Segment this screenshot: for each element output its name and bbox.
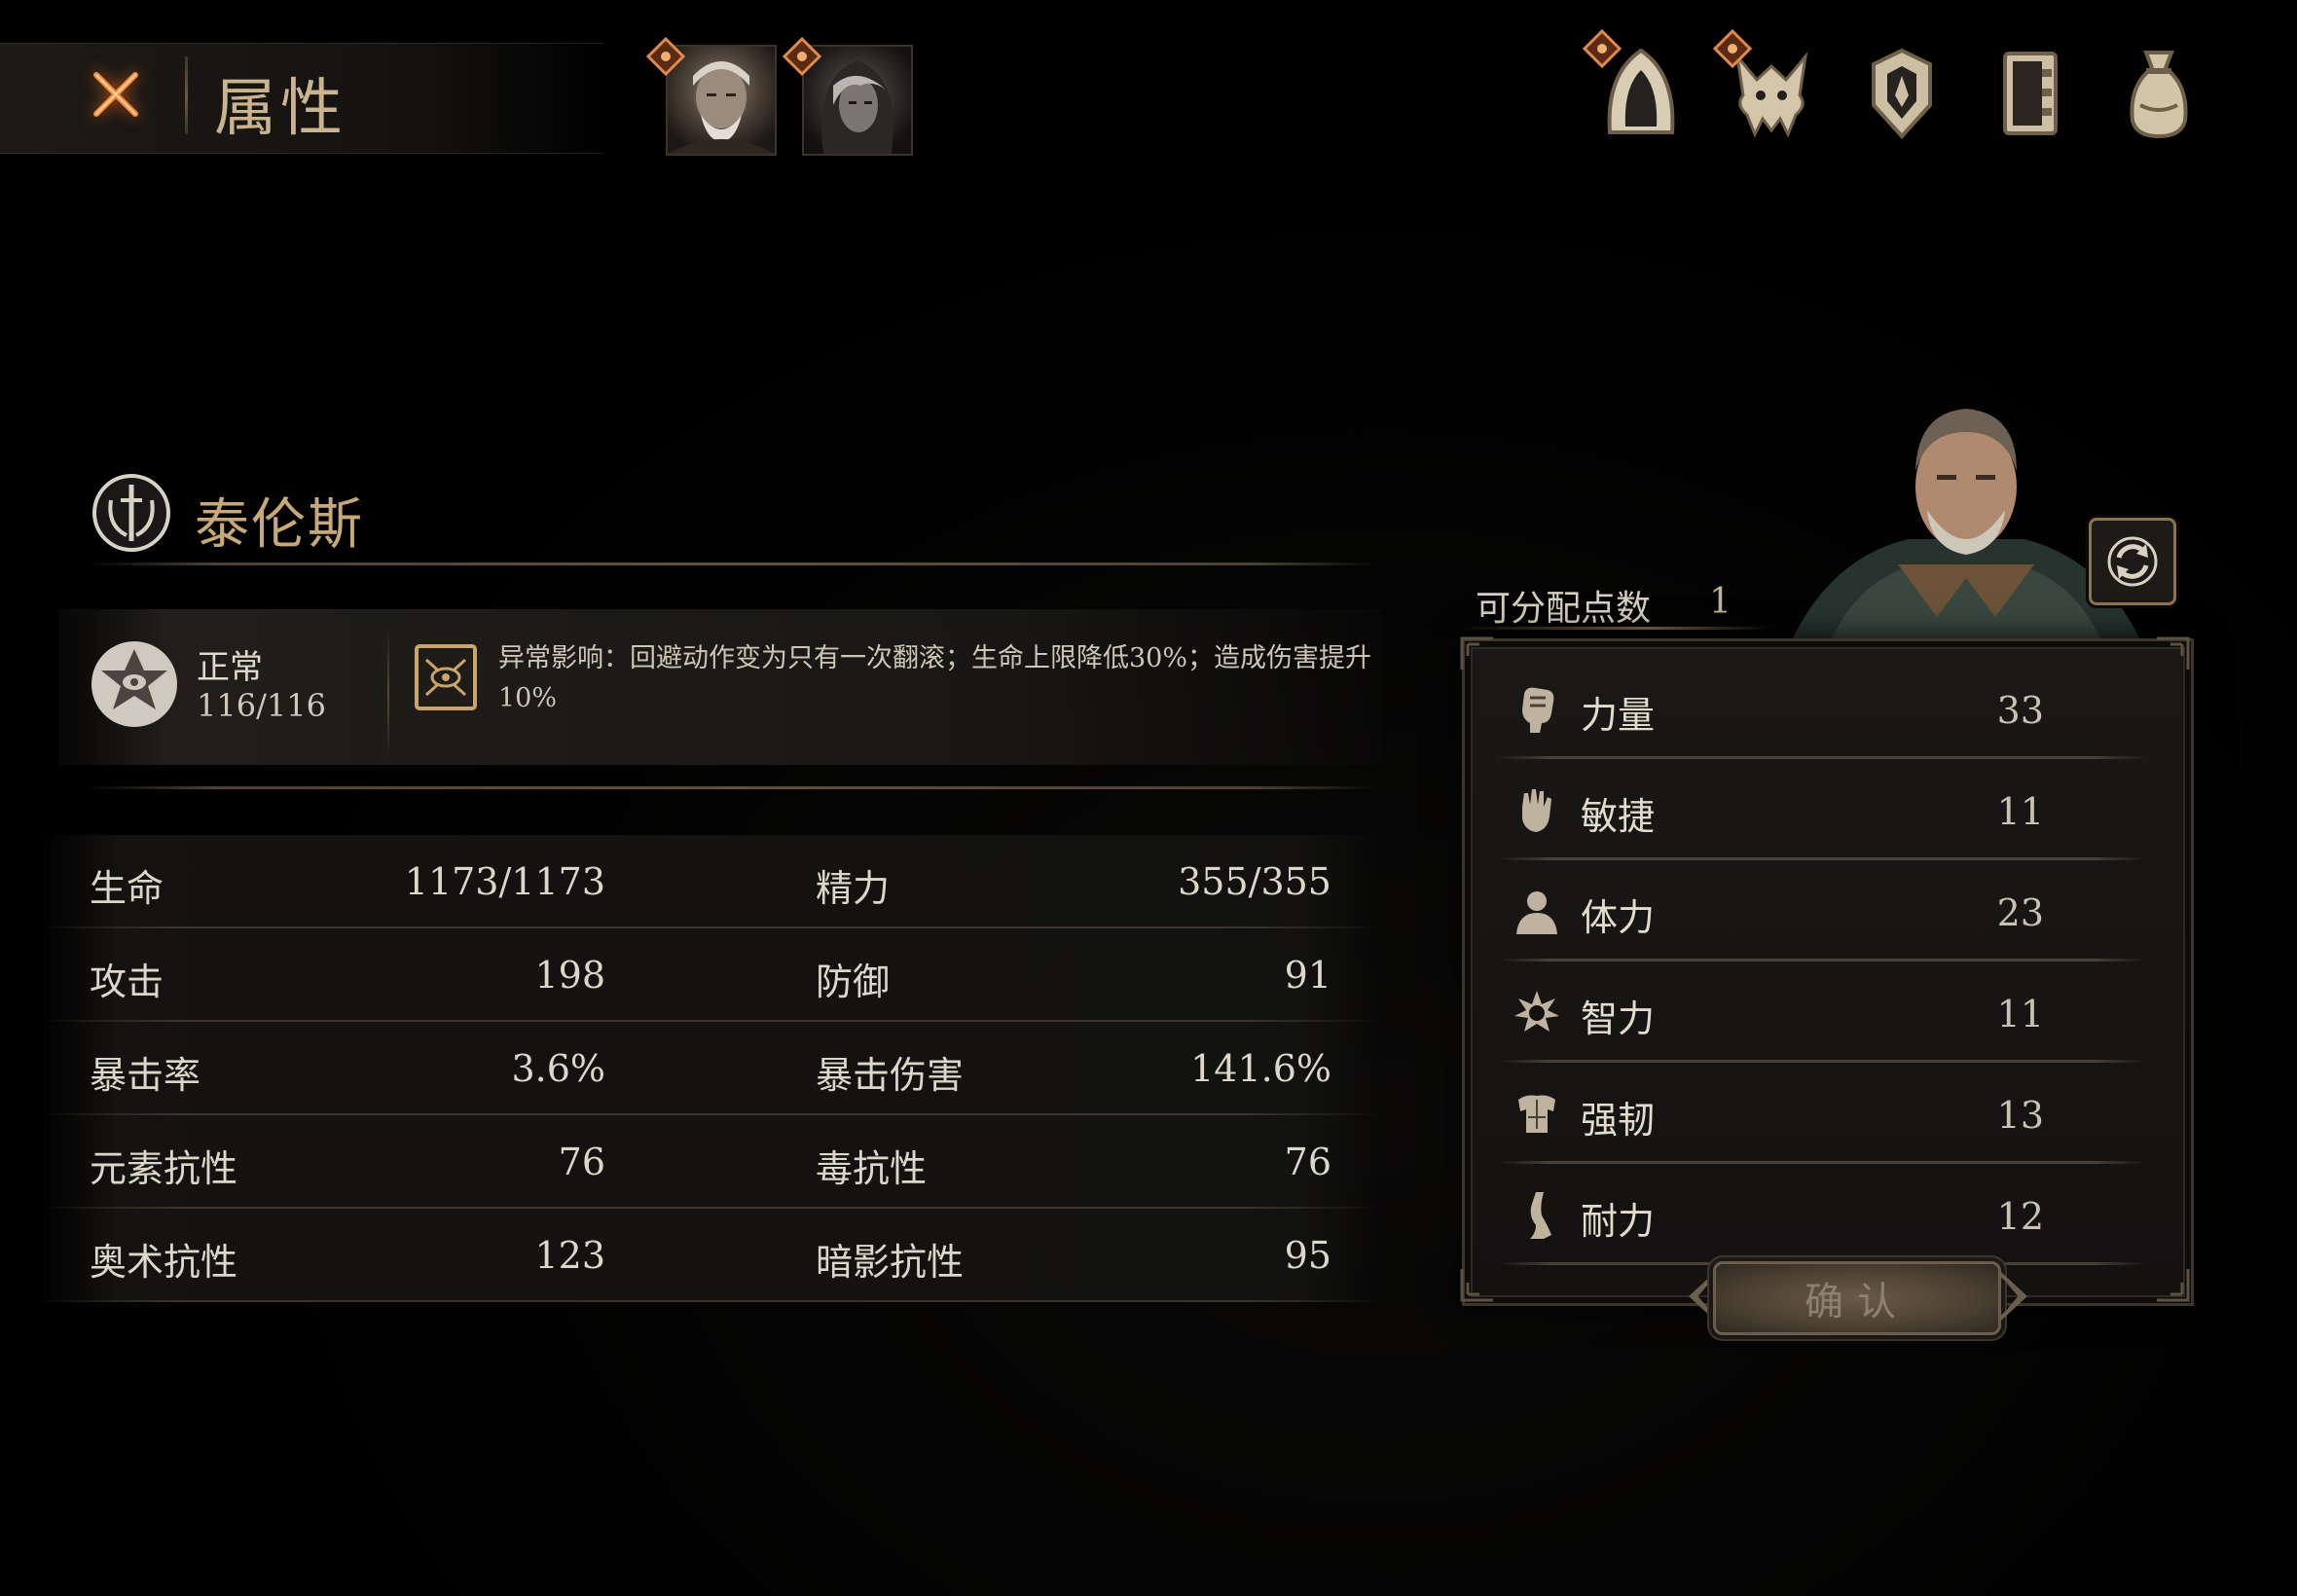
attribute-name: 强韧 <box>1581 1099 1656 1142</box>
status-value: 116/116 <box>197 687 326 724</box>
bust-icon <box>1516 891 1557 934</box>
attribute-value: 12 <box>1996 1195 2044 1238</box>
stat-label: 精力 <box>816 867 891 910</box>
ornament-corner-icon <box>2157 636 2190 670</box>
attribute-name: 耐力 <box>1581 1200 1656 1243</box>
stat-label: 防御 <box>816 961 891 1003</box>
stat-row: 生命 1173/1173 精力 355/355 <box>39 835 1382 928</box>
attribute-value: 13 <box>1996 1094 2044 1137</box>
stat-label: 毒抗性 <box>816 1147 928 1190</box>
stat-value: 123 <box>534 1234 605 1277</box>
nav-shield-button[interactable] <box>1853 45 1951 142</box>
nav-journal-button[interactable] <box>1982 45 2079 142</box>
stat-value: 198 <box>534 954 605 997</box>
stat-value: 3.6% <box>511 1047 605 1090</box>
attribute-value: 11 <box>1996 790 2044 833</box>
header-divider <box>86 562 1380 565</box>
stat-row: 奥术抗性 123 暗影抗性 95 <box>39 1209 1382 1302</box>
stat-label: 奥术抗性 <box>90 1241 238 1284</box>
attribute-row-strength[interactable]: 力量 33 <box>1499 658 2145 759</box>
stat-value: 76 <box>558 1141 605 1183</box>
stat-value: 76 <box>1284 1141 1331 1183</box>
sword-wreath-emblem-icon <box>92 474 170 552</box>
character-bust-portrait <box>1791 409 2141 642</box>
allocation-underline <box>1460 627 1771 630</box>
attribute-row-endurance[interactable]: 耐力 12 <box>1499 1164 2145 1265</box>
page-title: 属性 <box>214 73 346 145</box>
stat-value: 355/355 <box>1178 860 1331 903</box>
diamond-eye-badge-icon <box>1583 29 1622 68</box>
status-divider <box>86 786 1380 789</box>
diamond-eye-badge-icon <box>646 37 685 76</box>
allocatable-points-label: 可分配点数 <box>1476 589 1652 629</box>
stat-row: 攻击 198 防御 91 <box>39 928 1382 1022</box>
stat-value: 1173/1173 <box>404 860 605 903</box>
abnormal-effect-icon <box>415 644 477 710</box>
attribute-row-vitality[interactable]: 体力 23 <box>1499 860 2145 961</box>
hand-icon <box>1522 789 1551 832</box>
loot-sack-icon <box>2130 51 2188 139</box>
close-x-icon <box>93 72 138 117</box>
stat-label: 暴击率 <box>90 1054 201 1097</box>
stat-label: 暴击伤害 <box>816 1054 965 1097</box>
character-name: 泰伦斯 <box>195 493 364 557</box>
stat-value: 91 <box>1284 954 1331 997</box>
nav-loot-sack-button[interactable] <box>2110 45 2207 142</box>
ornament-corner-icon <box>1460 1269 1493 1302</box>
stat-label: 攻击 <box>90 961 164 1003</box>
ornament-corner-icon <box>1460 636 1493 670</box>
stat-value: 141.6% <box>1190 1047 1331 1090</box>
diamond-eye-badge-icon <box>1713 29 1752 68</box>
attribute-value: 33 <box>1996 689 2044 732</box>
title-divider <box>185 56 188 134</box>
attribute-name: 力量 <box>1581 694 1656 737</box>
journal-book-icon <box>2003 52 2058 135</box>
confirm-button[interactable]: 确认 <box>1713 1261 2001 1335</box>
spark-head-icon <box>1514 991 1559 1032</box>
shield-crest-icon <box>1872 48 1932 139</box>
status-eye-sigil-icon <box>91 641 177 727</box>
attribute-row-agility[interactable]: 敏捷 11 <box>1499 759 2145 860</box>
stat-value: 95 <box>1284 1234 1331 1277</box>
leg-icon <box>1530 1192 1551 1239</box>
torso-icon <box>1518 1095 1555 1133</box>
button-ornament-right-icon <box>1997 1271 2027 1322</box>
attribute-name: 智力 <box>1581 998 1656 1040</box>
attribute-name: 体力 <box>1581 896 1656 939</box>
refresh-swap-icon <box>2107 536 2158 587</box>
stat-row: 暴击率 3.6% 暴击伤害 141.6% <box>39 1022 1382 1115</box>
stat-label: 生命 <box>90 867 164 910</box>
attribute-row-toughness[interactable]: 强韧 13 <box>1499 1063 2145 1164</box>
status-separator <box>387 631 389 757</box>
stat-label: 暗影抗性 <box>816 1241 965 1284</box>
diamond-eye-badge-icon <box>783 37 821 76</box>
attribute-row-intelligence[interactable]: 智力 11 <box>1499 961 2145 1063</box>
ornament-corner-icon <box>2157 1269 2190 1302</box>
attribute-screen: 属性 泰伦斯 正常 116/116 异常影响：回避动作变为只有一次翻滚；生命上限… <box>0 0 2297 1596</box>
abnormal-effect-text: 异常影响：回避动作变为只有一次翻滚；生命上限降低30%；造成伤害提升10% <box>498 643 1372 713</box>
fist-icon <box>1522 687 1554 733</box>
switch-character-button[interactable] <box>2089 518 2176 605</box>
attribute-value: 23 <box>1996 891 2044 934</box>
status-name: 正常 <box>197 648 263 687</box>
stat-row: 元素抗性 76 毒抗性 76 <box>39 1115 1382 1209</box>
stat-label: 元素抗性 <box>90 1147 238 1190</box>
attribute-value: 11 <box>1996 993 2044 1035</box>
allocatable-points-value: 1 <box>1709 582 1732 622</box>
close-button[interactable] <box>82 60 150 128</box>
attribute-name: 敏捷 <box>1581 795 1656 838</box>
